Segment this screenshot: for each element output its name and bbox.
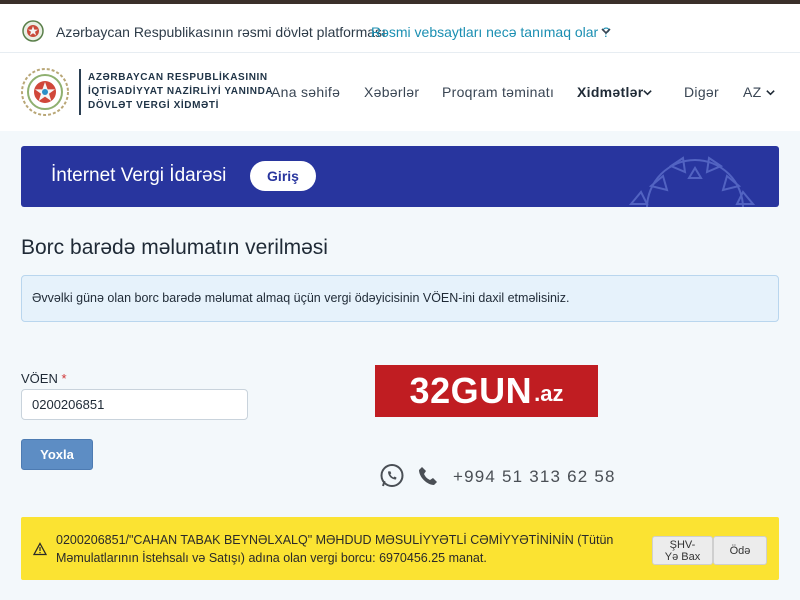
view-shv-line: ŞHV-: [669, 538, 696, 551]
required-mark: *: [61, 371, 67, 386]
login-button[interactable]: Giriş: [250, 161, 316, 191]
watermark-logo: 32GUN .az: [375, 365, 598, 417]
watermark-tld: .az: [534, 381, 564, 406]
chevron-down-icon[interactable]: [642, 87, 653, 98]
nav-other[interactable]: Digər: [684, 84, 719, 100]
voen-label-text: VÖEN: [21, 371, 58, 386]
chevron-down-icon[interactable]: [600, 25, 612, 37]
banner-pattern: [628, 156, 756, 207]
emblem-icon: [22, 20, 44, 42]
site-header: AZƏRBAYCAN RESPUBLİKASININ İQTİSADİYYAT …: [0, 53, 800, 131]
gov-platform-text: Azərbaycan Respublikasının rəsmi dövlət …: [56, 24, 386, 40]
nav-home[interactable]: Ana səhifə: [271, 84, 340, 100]
voen-label: VÖEN *: [21, 371, 67, 386]
view-shv-label: ŞHV- Yə Bax: [665, 539, 700, 563]
gov-platform-bar: Azərbaycan Respublikasının rəsmi dövlət …: [0, 4, 800, 53]
nav-news[interactable]: Xəbərlər: [364, 84, 419, 100]
info-alert-text: Əvvəlki günə olan borc barədə məlumat al…: [32, 291, 570, 305]
nav-software[interactable]: Proqram təminatı: [442, 84, 554, 100]
nav-services[interactable]: Xidmətlər: [577, 84, 644, 100]
warning-icon: [33, 542, 47, 556]
org-name-line: İQTİSADİYYAT NAZİRLİYİ YANINDA: [88, 86, 274, 97]
debt-result-text: 0200206851/"CAHAN TABAK BEYNƏLXALQ" MƏHD…: [56, 533, 614, 565]
logo-divider: [79, 69, 81, 115]
emblem-icon[interactable]: [20, 67, 70, 117]
org-name[interactable]: AZƏRBAYCAN RESPUBLİKASININ İQTİSADİYYAT …: [88, 71, 273, 113]
language-selector[interactable]: AZ: [743, 84, 762, 100]
contact-phone-number: +994 51 313 62 58: [453, 467, 616, 486]
info-alert: Əvvəlki günə olan borc barədə məlumat al…: [21, 275, 779, 322]
check-button[interactable]: Yoxla: [21, 439, 93, 470]
tax-office-banner: İnternet Vergi İdarəsi Giriş: [21, 146, 779, 207]
voen-input[interactable]: [21, 389, 248, 420]
view-shv-button[interactable]: ŞHV- Yə Bax: [652, 536, 713, 565]
view-shv-line: Yə Bax: [664, 550, 701, 563]
org-name-line: DÖVLƏT VERGİ XİDMƏTİ: [88, 100, 219, 111]
org-name-line: AZƏRBAYCAN RESPUBLİKASININ: [88, 72, 268, 83]
watermark-brand: 32GUN: [409, 370, 533, 411]
pay-button[interactable]: Ödə: [713, 536, 767, 565]
phone-icon: [419, 467, 437, 485]
page-title: Borc barədə məlumatın verilməsi: [21, 236, 328, 259]
debt-result-alert: 0200206851/"CAHAN TABAK BEYNƏLXALQ" MƏHD…: [21, 517, 779, 580]
whatsapp-icon: [380, 464, 404, 487]
banner-title: İnternet Vergi İdarəsi: [51, 165, 227, 186]
chevron-down-icon[interactable]: [765, 87, 776, 98]
official-sites-link[interactable]: Rəsmi vebsaytları necə tanımaq olar ?: [371, 24, 610, 40]
